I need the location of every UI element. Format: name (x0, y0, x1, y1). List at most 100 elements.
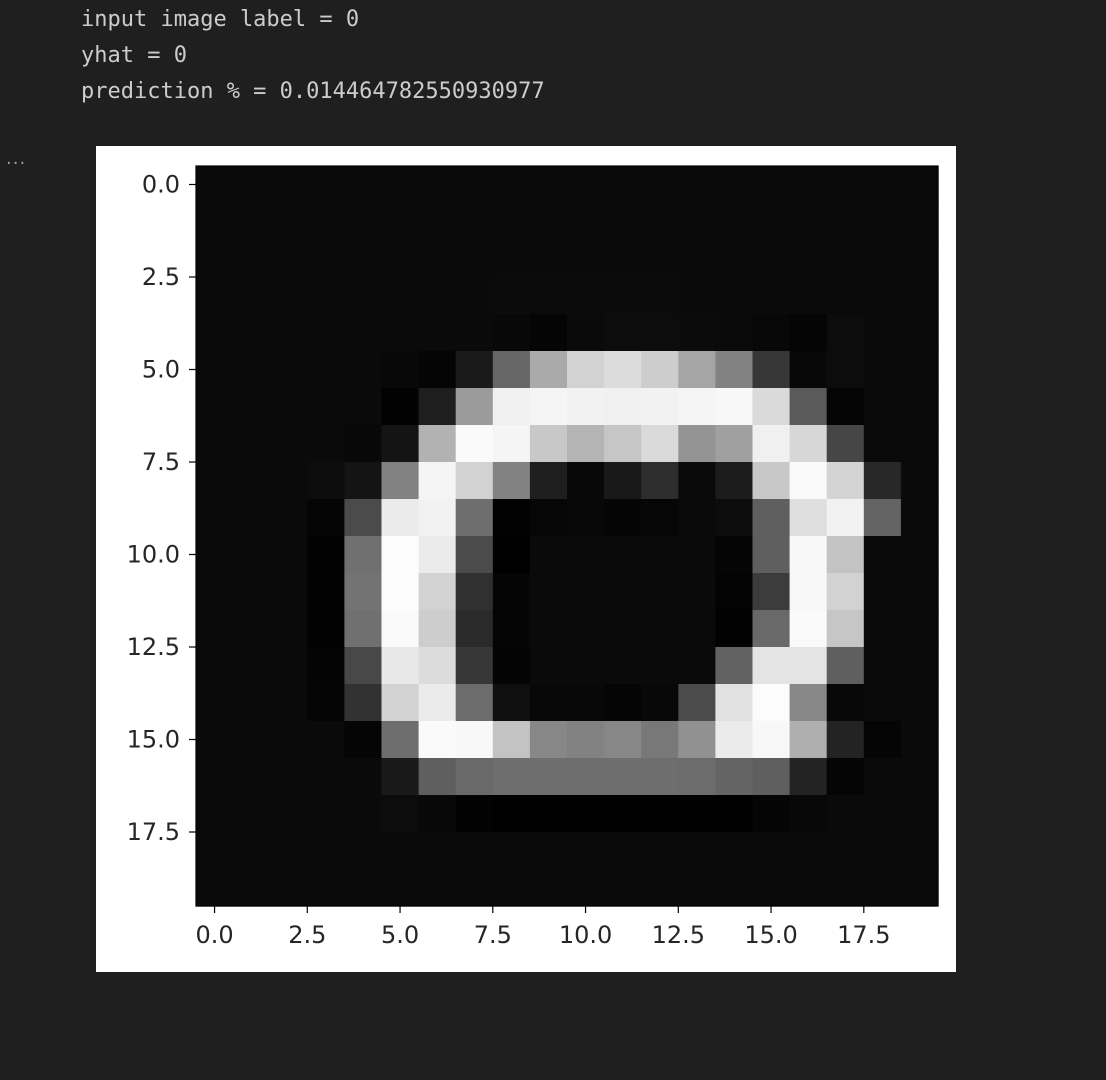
heatmap-cell-r16-c9 (529, 758, 568, 796)
heatmap-cell-r11-c15 (752, 573, 791, 611)
heatmap-cell-r9-c9 (529, 499, 568, 537)
heatmap-cell-r19-c15 (752, 869, 791, 907)
heatmap-cell-r5-c15 (752, 351, 791, 389)
heatmap-cell-r5-c14 (715, 351, 754, 389)
heatmap-cell-r6-c14 (715, 388, 754, 426)
heatmap-cell-r7-c11 (604, 425, 642, 463)
heatmap-cell-r5-c8 (492, 351, 531, 389)
heatmap-cell-r1-c6 (418, 203, 457, 241)
heatmap-cell-r13-c2 (270, 647, 308, 685)
heatmap-cell-r15-c7 (455, 721, 494, 759)
heatmap-cell-r12-c9 (529, 610, 568, 648)
heatmap-cell-r14-c9 (529, 684, 568, 722)
heatmap-cell-r0-c15 (752, 166, 791, 204)
heatmap-cell-r0-c4 (344, 166, 383, 204)
heatmap-cell-r10-c8 (492, 536, 531, 574)
heatmap-cell-r16-c12 (641, 758, 679, 796)
heatmap-cell-r3-c4 (344, 277, 383, 315)
heatmap-cell-r16-c14 (715, 758, 754, 796)
heatmap-cell-r14-c11 (604, 684, 642, 722)
heatmap-cell-r7-c14 (715, 425, 754, 463)
y-tick-label: 0.0 (142, 171, 180, 199)
heatmap-cell-r16-c6 (418, 758, 457, 796)
heatmap-cell-r8-c0 (196, 462, 234, 500)
heatmap-cell-r19-c8 (492, 869, 531, 907)
heatmap-cell-r7-c19 (900, 425, 939, 463)
x-tick-label: 17.5 (837, 921, 890, 949)
heatmap-cell-r9-c12 (641, 499, 679, 537)
heatmap-cell-r18-c7 (455, 832, 494, 870)
heatmap-cell-r16-c4 (344, 758, 383, 796)
heatmap-cell-r19-c2 (270, 869, 308, 907)
heatmap-cell-r4-c6 (418, 314, 457, 352)
heatmap-cell-r5-c18 (863, 351, 902, 389)
x-tick-label: 7.5 (474, 921, 512, 949)
heatmap-cell-r16-c18 (863, 758, 902, 796)
heatmap-cell-r10-c0 (196, 536, 234, 574)
heatmap-cell-r1-c7 (455, 203, 494, 241)
heatmap-cell-r3-c6 (418, 277, 457, 315)
y-tick-label: 10.0 (127, 541, 180, 569)
heatmap-cell-r13-c5 (381, 647, 420, 685)
heatmap-cell-r9-c2 (270, 499, 308, 537)
heatmap-cell-r11-c3 (307, 573, 345, 611)
heatmap-cell-r12-c6 (418, 610, 457, 648)
heatmap-cell-r10-c4 (344, 536, 383, 574)
heatmap-cell-r17-c19 (900, 795, 939, 833)
heatmap-cell-r15-c12 (641, 721, 679, 759)
output-more-actions-icon[interactable]: ... (6, 148, 26, 169)
heatmap-cell-r2-c6 (418, 240, 457, 278)
heatmap-cell-r17-c0 (196, 795, 234, 833)
heatmap-cell-r7-c0 (196, 425, 234, 463)
heatmap-cell-r2-c12 (641, 240, 679, 278)
heatmap-cell-r13-c9 (529, 647, 568, 685)
heatmap-cell-r2-c16 (789, 240, 828, 278)
heatmap-cell-r4-c18 (863, 314, 902, 352)
heatmap-cell-r8-c2 (270, 462, 308, 500)
heatmap-cell-r14-c19 (900, 684, 939, 722)
heatmap-cell-r11-c11 (604, 573, 642, 611)
heatmap-cell-r19-c4 (344, 869, 383, 907)
heatmap-cell-r10-c17 (826, 536, 865, 574)
heatmap-cell-r3-c5 (381, 277, 420, 315)
heatmap-cell-r16-c11 (604, 758, 642, 796)
heatmap-cell-r1-c3 (307, 203, 345, 241)
heatmap-cell-r11-c13 (678, 573, 716, 611)
heatmap-cell-r17-c5 (381, 795, 420, 833)
heatmap-cell-r8-c15 (752, 462, 791, 500)
heatmap-cell-r6-c19 (900, 388, 939, 426)
heatmap-cell-r7-c12 (641, 425, 679, 463)
heatmap-cell-r11-c8 (492, 573, 531, 611)
heatmap-cell-r9-c1 (233, 499, 271, 537)
heatmap-cell-r8-c7 (455, 462, 494, 500)
heatmap-cell-r19-c3 (307, 869, 345, 907)
heatmap-cell-r4-c5 (381, 314, 420, 352)
heatmap-cell-r15-c2 (270, 721, 308, 759)
heatmap-cell-r17-c3 (307, 795, 345, 833)
heatmap-cell-r9-c3 (307, 499, 345, 537)
heatmap-cell-r17-c9 (529, 795, 568, 833)
heatmap-cell-r4-c0 (196, 314, 234, 352)
heatmap-cell-r10-c1 (233, 536, 271, 574)
heatmap-cell-r6-c0 (196, 388, 234, 426)
heatmap-cell-r4-c2 (270, 314, 308, 352)
heatmap-cell-r10-c5 (381, 536, 420, 574)
heatmap-cell-r10-c18 (863, 536, 902, 574)
heatmap-cell-r3-c16 (789, 277, 828, 315)
heatmap-cell-r15-c14 (715, 721, 754, 759)
heatmap-cell-r5-c9 (529, 351, 568, 389)
heatmap-cell-r0-c18 (863, 166, 902, 204)
x-tick-label: 2.5 (288, 921, 326, 949)
heatmap-cell-r1-c18 (863, 203, 902, 241)
heatmap-cell-r0-c5 (381, 166, 420, 204)
y-tick-label: 7.5 (142, 448, 180, 476)
heatmap-cell-r17-c6 (418, 795, 457, 833)
heatmap-cell-r4-c12 (641, 314, 679, 352)
heatmap-cell-r2-c8 (492, 240, 531, 278)
heatmap-cell-r4-c3 (307, 314, 345, 352)
heatmap-cell-r5-c6 (418, 351, 457, 389)
heatmap-cell-r1-c0 (196, 203, 234, 241)
heatmap-cell-r12-c1 (233, 610, 271, 648)
heatmap-cell-r0-c17 (826, 166, 865, 204)
heatmap-cell-r14-c7 (455, 684, 494, 722)
